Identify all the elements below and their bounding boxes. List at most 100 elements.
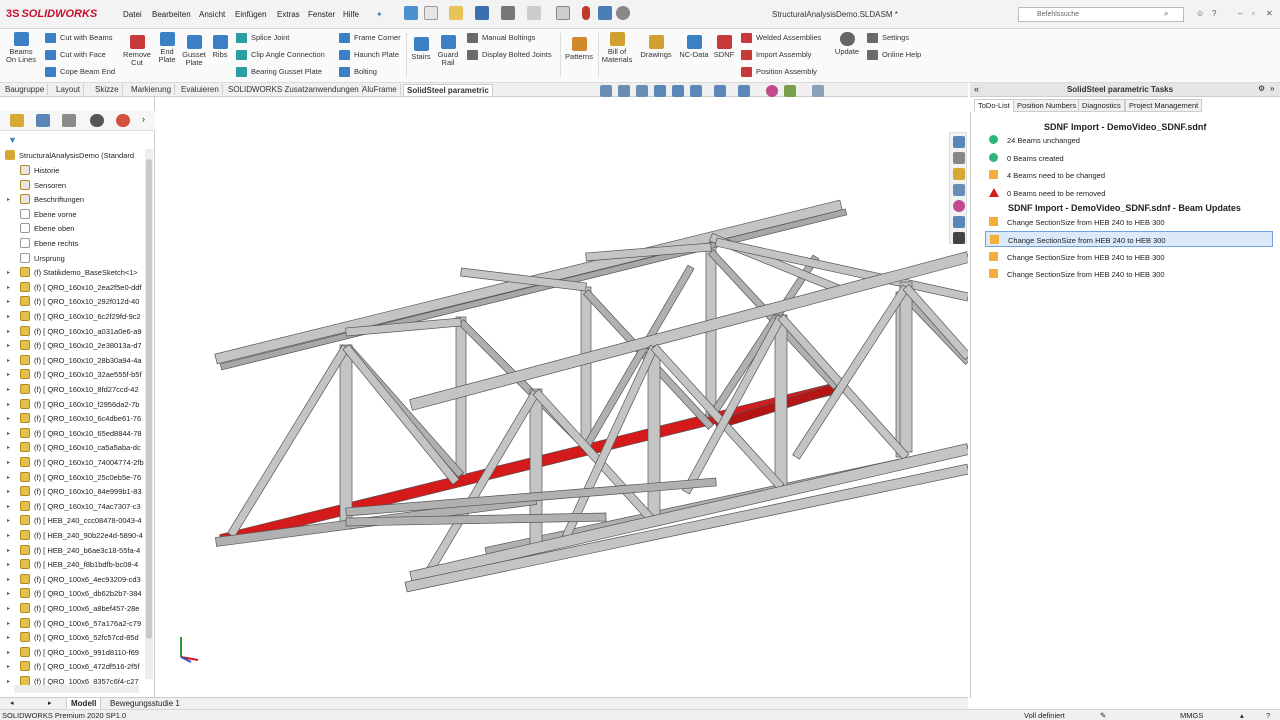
command-search-field[interactable]: Befehlssuche bbox=[1018, 7, 1184, 22]
tree-item[interactable]: ▸ (f) [ QRO_160x10_65ed8844-78 bbox=[0, 427, 148, 441]
tree-item[interactable]: ▸ (f) [ QRO_160x10_28b30a94-4a bbox=[0, 354, 148, 368]
tree-item[interactable]: ▸ (f) [ QRO_160x10_ca5a5aba-dc bbox=[0, 441, 148, 455]
filter-icon[interactable]: ▼ bbox=[8, 135, 17, 145]
print-icon[interactable] bbox=[501, 6, 515, 20]
tree-item[interactable]: ▸ (f) [ QRO_100x6_a8bef457-28e bbox=[0, 602, 148, 616]
expand-arrow-icon[interactable]: ▸ bbox=[7, 678, 10, 685]
tab-todo-list[interactable]: ToDo-List bbox=[974, 99, 1014, 112]
user-icon[interactable]: ☺ bbox=[1196, 9, 1204, 18]
tab-solidsteel-parametric[interactable]: SolidSteel parametric bbox=[403, 84, 493, 96]
drawings-button[interactable]: Drawings bbox=[638, 35, 674, 59]
update-button[interactable]: Update bbox=[832, 32, 862, 56]
design-library-icon[interactable] bbox=[953, 152, 965, 164]
status-units[interactable]: MMGS bbox=[1180, 711, 1203, 720]
patterns-button[interactable]: Patterns bbox=[564, 37, 594, 61]
expand-arrow-icon[interactable]: ▸ bbox=[7, 386, 10, 393]
tree-item[interactable]: ▸ (f) [ QRO_160x10_2e38013a-d7 bbox=[0, 339, 148, 353]
rebuild-status-icon[interactable]: ✎ bbox=[1100, 711, 1106, 720]
section-view-icon[interactable] bbox=[654, 85, 666, 97]
zoom-area-icon[interactable] bbox=[618, 85, 630, 97]
menu-bearbeiten[interactable]: Bearbeiten bbox=[152, 10, 191, 19]
truss-model-view[interactable] bbox=[156, 97, 968, 697]
chevron-right-icon[interactable]: › bbox=[142, 114, 145, 124]
new-document-icon[interactable] bbox=[424, 6, 438, 20]
tree-item[interactable]: ▸ (f) [ QRO_160x10_a031a0e6-a9 bbox=[0, 325, 148, 339]
vertical-post[interactable] bbox=[774, 314, 788, 488]
import-assembly-button[interactable]: Import Assembly bbox=[741, 50, 811, 60]
tree-item[interactable]: ▸ (f) [ QRO_160x10_8fd27ccd-42 bbox=[0, 383, 148, 397]
expand-arrow-icon[interactable]: ▸ bbox=[7, 634, 10, 641]
expand-arrow-icon[interactable]: ▸ bbox=[7, 503, 10, 510]
beam-update-item[interactable]: Change SectionSize from HEB 240 to HEB 3… bbox=[985, 266, 1273, 282]
tree-item[interactable]: ▸ (f) [ QRO_100x6_db62b2b7-384 bbox=[0, 587, 148, 601]
expand-arrow-icon[interactable]: ▸ bbox=[7, 517, 10, 524]
expand-arrow-icon[interactable]: ▸ bbox=[7, 459, 10, 466]
graphics-area[interactable] bbox=[156, 97, 968, 697]
tree-item[interactable]: ▸ (f) Statikdemo_BaseSketch<1> bbox=[0, 266, 148, 280]
todo-summary-item[interactable]: 24 Beams unchanged bbox=[985, 132, 1273, 148]
tree-item[interactable]: ▸ (f) [ QRO_100x6_52fc57cd-85d bbox=[0, 631, 148, 645]
tree-item[interactable]: Ebene oben bbox=[0, 222, 148, 236]
solidsteel-tasks-icon[interactable] bbox=[953, 232, 965, 244]
cope-beam-end-button[interactable]: Cope Beam End bbox=[45, 67, 115, 77]
ribs-button[interactable]: Ribs bbox=[210, 35, 230, 59]
frame-corner-button[interactable]: Frame Corner bbox=[339, 33, 401, 43]
tree-root-assembly[interactable]: StructuralAnalysisDemo (Standard bbox=[0, 149, 148, 163]
position-assembly-button[interactable]: Position Assembly bbox=[741, 67, 817, 77]
tree-item[interactable]: ▸ (f) [ QRO_160x10_2ea2f5e0-ddf bbox=[0, 281, 148, 295]
help-icon[interactable]: ? bbox=[1212, 9, 1216, 18]
property-manager-icon[interactable] bbox=[36, 114, 50, 127]
expand-arrow-icon[interactable]: ▸ bbox=[7, 298, 10, 305]
expand-arrow-icon[interactable]: ▸ bbox=[7, 620, 10, 627]
expand-arrow-icon[interactable]: ▸ bbox=[7, 342, 10, 349]
expand-arrow-icon[interactable]: ▸ bbox=[7, 547, 10, 554]
diagonal-brace[interactable] bbox=[342, 343, 460, 486]
tree-item[interactable]: ▸ (f) [ HEB_240_ccc08478-0043-4 bbox=[0, 514, 148, 528]
menu-ansicht[interactable]: Ansicht bbox=[199, 10, 225, 19]
menu-extras[interactable]: Extras bbox=[277, 10, 300, 19]
remove-cut-button[interactable]: Remove Cut bbox=[120, 35, 154, 67]
minimize-icon[interactable]: – bbox=[1238, 9, 1242, 18]
tree-item[interactable]: ▸ (f) [ QRO_100x6_472df516-2f5f bbox=[0, 660, 148, 674]
tree-item[interactable]: ▸ (f) [ QRO_100x6_57a176a2-c79 bbox=[0, 617, 148, 631]
tab-evaluieren[interactable]: Evaluieren bbox=[178, 84, 223, 95]
expand-arrow-icon[interactable]: ▸ bbox=[7, 415, 10, 422]
tree-item[interactable]: Ebene rechts bbox=[0, 237, 148, 251]
tab-bewegungsstudie[interactable]: Bewegungsstudie 1 bbox=[106, 698, 184, 709]
view-settings-icon[interactable] bbox=[812, 85, 824, 97]
configuration-manager-icon[interactable] bbox=[62, 114, 76, 127]
tab-baugruppe[interactable]: Baugruppe bbox=[2, 84, 49, 95]
close-icon[interactable]: ✕ bbox=[1266, 9, 1273, 18]
dimxpert-icon[interactable] bbox=[90, 114, 104, 127]
undo-icon[interactable] bbox=[527, 6, 541, 20]
expand-arrow-icon[interactable]: ▸ bbox=[7, 328, 10, 335]
beam-update-item[interactable]: Change SectionSize from HEB 240 to HEB 3… bbox=[985, 214, 1273, 230]
dynamic-annotation-icon[interactable] bbox=[672, 85, 684, 97]
online-help-button[interactable]: Online Help bbox=[867, 50, 921, 60]
pin-icon[interactable]: ⚙ bbox=[1258, 84, 1265, 93]
beam-update-item[interactable]: Change SectionSize from HEB 240 to HEB 3… bbox=[985, 249, 1273, 265]
beams-on-lines-button[interactable]: Beams On Lines bbox=[5, 32, 37, 64]
tree-item[interactable]: ▸ (f) [ QRO_160x10_292f012d-40 bbox=[0, 295, 148, 309]
guard-rail-button[interactable]: Guard Rail bbox=[436, 35, 460, 67]
tree-item[interactable]: ▸ (f) [ HEB_240_90b22e4d-5890-4 bbox=[0, 529, 148, 543]
expand-arrow-icon[interactable]: ▸ bbox=[7, 649, 10, 656]
expand-arrow-icon[interactable]: ▸ bbox=[7, 488, 10, 495]
scrollbar-thumb[interactable] bbox=[146, 159, 152, 639]
appearances-icon[interactable] bbox=[953, 200, 965, 212]
tree-item[interactable]: Sensoren bbox=[0, 179, 148, 193]
apply-scene-icon[interactable] bbox=[784, 85, 796, 97]
cut-with-beams-button[interactable]: Cut with Beams bbox=[45, 33, 113, 43]
file-explorer-icon[interactable] bbox=[953, 168, 965, 180]
feature-manager-icon[interactable] bbox=[10, 114, 24, 127]
menu-einfuegen[interactable]: Einfügen bbox=[235, 10, 267, 19]
save-icon[interactable] bbox=[475, 6, 489, 20]
tree-item[interactable]: Ursprung bbox=[0, 252, 148, 266]
todo-summary-item[interactable]: 0 Beams need to be removed bbox=[985, 185, 1273, 201]
tab-zusatzanwendungen[interactable]: SOLIDWORKS Zusatzanwendungen bbox=[225, 84, 363, 95]
display-bolted-joints-button[interactable]: Display Bolted Joints bbox=[467, 50, 552, 60]
gusset-plate-button[interactable]: Gusset Plate bbox=[180, 35, 208, 67]
vertical-post[interactable] bbox=[580, 286, 592, 448]
expand-arrow-icon[interactable]: ▸ bbox=[7, 196, 10, 203]
tab-project-management[interactable]: Project Management bbox=[1125, 99, 1203, 112]
